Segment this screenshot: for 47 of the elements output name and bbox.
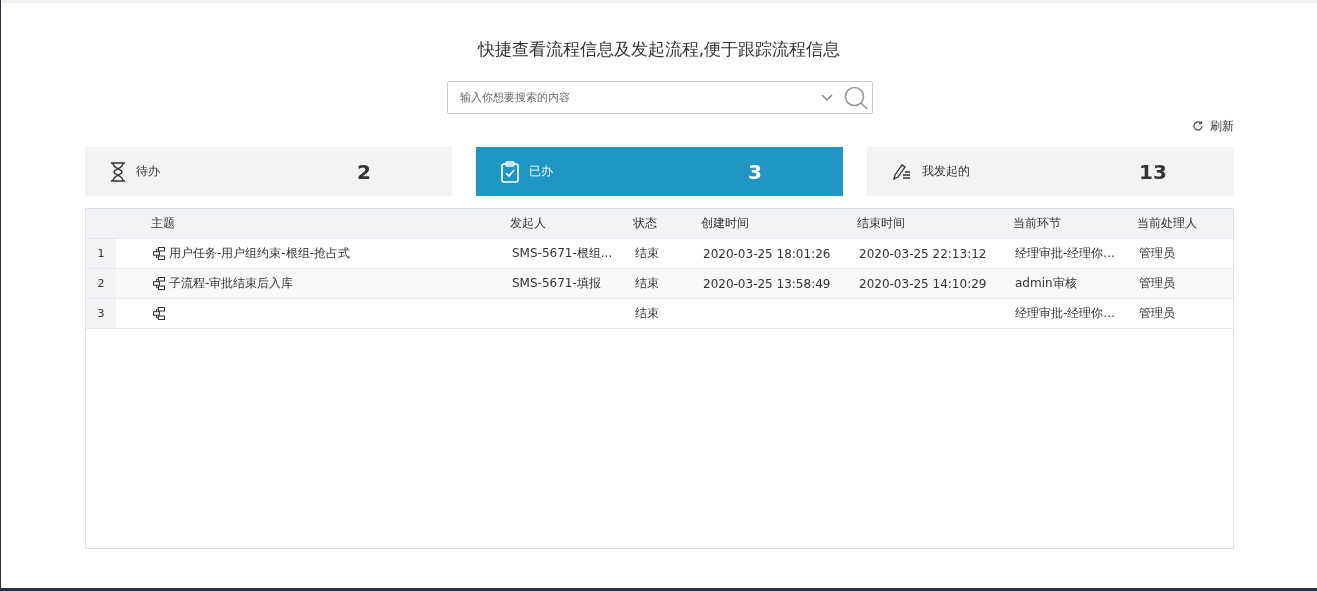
column-header: 当前处理人 xyxy=(1137,215,1198,232)
row-number: 2 xyxy=(86,269,116,298)
table-cell: 管理员 xyxy=(1139,246,1175,260)
flowchart-icon xyxy=(153,307,167,320)
card-label: 已办 xyxy=(529,163,554,180)
summary-card[interactable]: 待办 2 xyxy=(85,147,452,196)
search-icon[interactable] xyxy=(844,85,868,110)
chevron-down-icon xyxy=(821,93,833,102)
table-cell: 经理审批-经理你... xyxy=(1015,246,1115,260)
column-header: 当前环节 xyxy=(1013,215,1062,232)
refresh-icon xyxy=(1192,120,1204,132)
table-cell: 结束 xyxy=(635,306,659,320)
clipboard-check-icon xyxy=(501,160,519,183)
column-header: 创建时间 xyxy=(701,215,750,232)
table-cell: 经理审批-经理你... xyxy=(1015,306,1115,320)
summary-card[interactable]: 我发起的 13 xyxy=(867,147,1234,196)
table-cell: 2020-03-25 18:01:26 xyxy=(703,246,831,261)
card-count: 2 xyxy=(357,159,372,184)
table-cell: 管理员 xyxy=(1139,276,1175,290)
card-label: 待办 xyxy=(136,163,161,180)
table-cell: 子流程-审批结束后入库 xyxy=(169,275,294,292)
card-count: 13 xyxy=(1139,159,1168,184)
card-count: 3 xyxy=(748,159,763,184)
row-number: 3 xyxy=(86,299,116,328)
table-cell: 结束 xyxy=(635,276,659,290)
flowchart-icon xyxy=(153,247,167,260)
table-cell: 2020-03-25 14:10:29 xyxy=(859,276,987,291)
column-header: 结束时间 xyxy=(857,215,906,232)
card-label: 我发起的 xyxy=(922,163,971,180)
table-cell: admin审核 xyxy=(1015,276,1077,290)
pen-icon xyxy=(892,162,912,181)
table-cell: 2020-03-25 22:13:12 xyxy=(859,246,987,261)
row-number: 1 xyxy=(86,239,116,268)
refresh-button[interactable]: 刷新 xyxy=(1192,118,1234,134)
table-cell: SMS-5671-根组... xyxy=(512,246,613,260)
hourglass-icon xyxy=(110,161,126,182)
flowchart-icon xyxy=(153,277,167,290)
table-cell: 结束 xyxy=(635,246,659,260)
table-cell: SMS-5671-填报 xyxy=(512,276,601,290)
column-header: 发起人 xyxy=(510,215,547,232)
table-cell: 2020-03-25 13:58:49 xyxy=(703,276,831,291)
page-title: 快捷查看流程信息及发起流程,便于跟踪流程信息 xyxy=(476,38,842,60)
search-field[interactable]: 输入你想要搜索的内容 xyxy=(447,81,873,114)
column-header: 主题 xyxy=(150,215,176,232)
table-cell: 用户任务-用户组约束-根组-抢占式 xyxy=(169,245,350,262)
column-header: 状态 xyxy=(633,215,658,232)
table-cell: 管理员 xyxy=(1139,306,1175,320)
